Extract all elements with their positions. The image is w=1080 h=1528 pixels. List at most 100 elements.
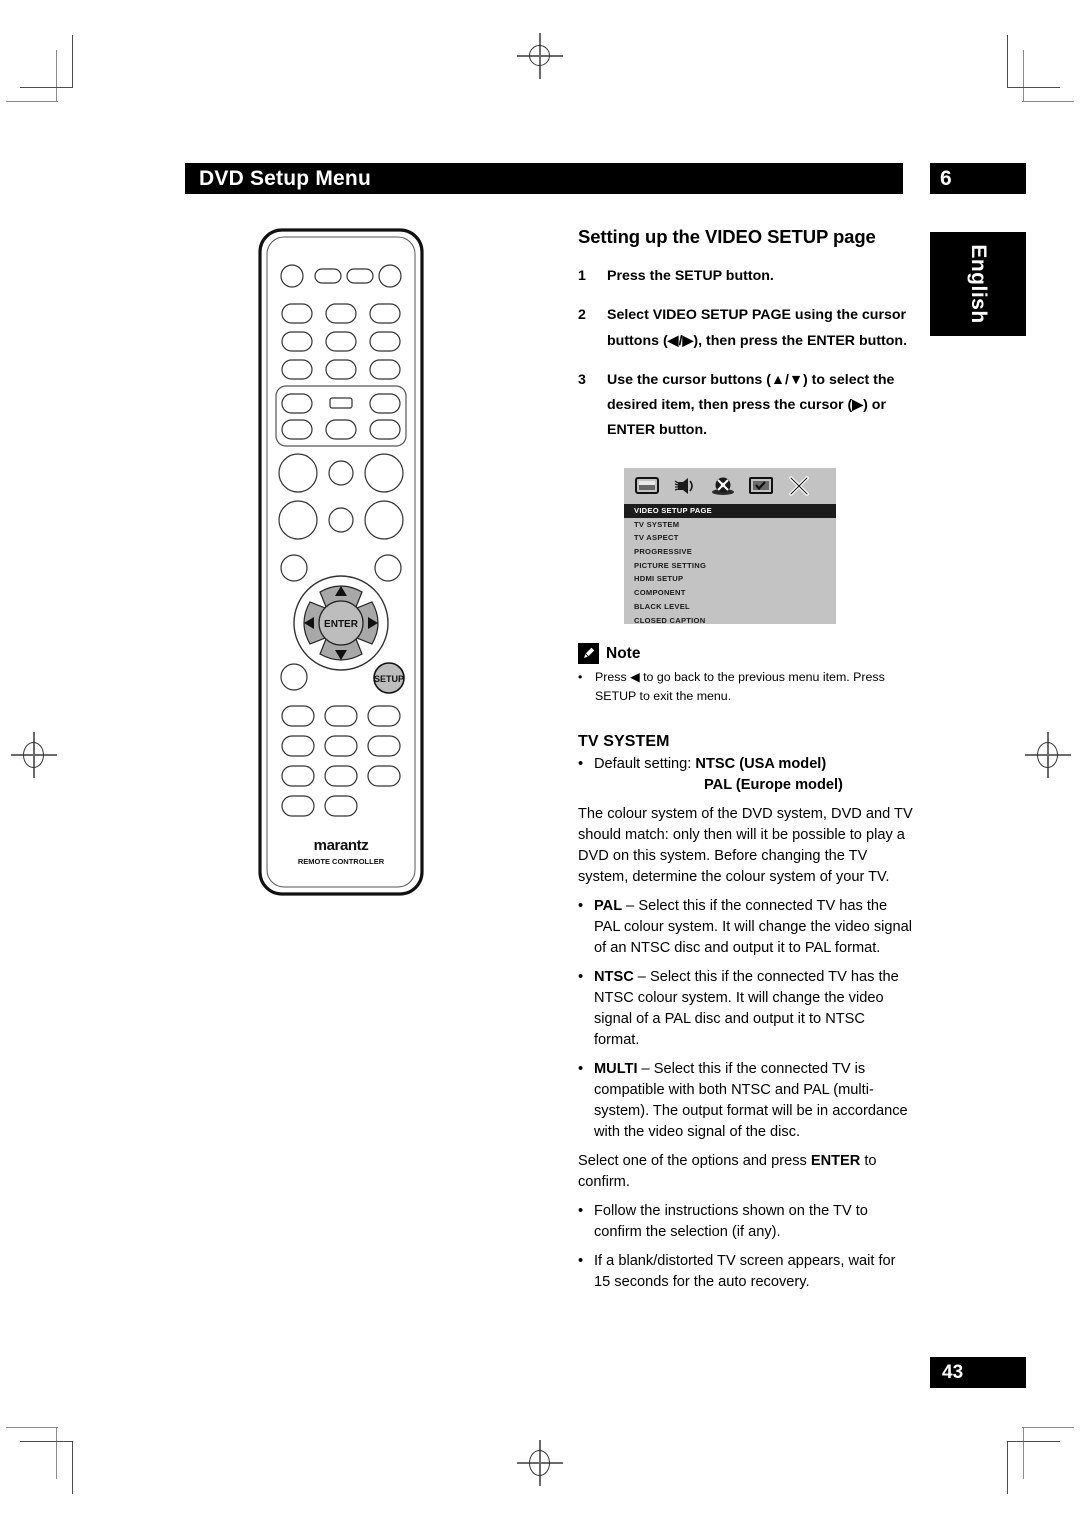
- preference-icon: [748, 475, 774, 497]
- crop-mark-bottom-left-outer-v: [56, 1427, 57, 1479]
- option-text: NTSC – Select this if the connected TV h…: [594, 967, 914, 1051]
- bullet-marker: •: [578, 969, 584, 985]
- language-tab: English: [930, 232, 1026, 336]
- remote-control-illustration: ENTER SETUP marantz REMOTE CONTROLLER: [258, 228, 424, 896]
- closing-note-blank-screen: • If a blank/distorted TV screen appears…: [578, 1251, 914, 1293]
- chapter-number: 6: [940, 166, 952, 190]
- tv-monitor-icon: [634, 475, 660, 497]
- step-number: 1: [578, 268, 586, 284]
- closing-note-text: Follow the instructions shown on the TV …: [594, 1203, 868, 1240]
- note-bullet: •: [578, 670, 583, 684]
- bullet-marker: •: [578, 898, 584, 914]
- osd-menu-list: VIDEO SETUP PAGE TV SYSTEM TV ASPECT PRO…: [624, 504, 836, 627]
- option-description: Select this if the connected TV has the …: [594, 898, 912, 956]
- page-title: DVD Setup Menu: [199, 166, 371, 190]
- osd-icon-bar: [624, 468, 836, 504]
- osd-menu-item[interactable]: HDMI SETUP: [624, 572, 836, 586]
- default-setting-label: Default setting:: [594, 756, 692, 772]
- tv-system-option-ntsc: • NTSC – Select this if the connected TV…: [578, 967, 914, 1051]
- option-text: MULTI – Select this if the connected TV …: [594, 1059, 914, 1143]
- crop-mark-bottom-left-inner-h: [20, 1441, 73, 1442]
- note-label: Note: [606, 644, 641, 662]
- option-keyword: PAL: [594, 898, 623, 914]
- note-block: Note • Press ◀ to go back to the previou…: [578, 643, 918, 706]
- closing-note-follow: • Follow the instructions shown on the T…: [578, 1201, 914, 1243]
- osd-menu-item[interactable]: PROGRESSIVE: [624, 545, 836, 559]
- option-dash: –: [637, 1061, 654, 1077]
- disc-video-icon: [710, 475, 736, 497]
- crop-mark-bottom-right-inner-h: [1007, 1441, 1060, 1442]
- crop-mark-top-left-outer-v: [56, 50, 57, 102]
- default-setting-row: • Default setting: NTSC (USA model) PAL …: [578, 754, 914, 796]
- note-text: Press ◀ to go back to the previous menu …: [595, 670, 885, 704]
- step-number: 2: [578, 307, 586, 324]
- osd-menu-item[interactable]: TV SYSTEM: [624, 518, 836, 532]
- svg-text:marantz: marantz: [314, 837, 369, 854]
- step-text: Select VIDEO SETUP PAGE using the cursor…: [607, 307, 908, 349]
- chapter-badge: 6: [930, 163, 1026, 194]
- crop-mark-bottom-left-outer-h: [6, 1427, 58, 1428]
- exit-close-icon: [786, 475, 812, 497]
- confirm-instruction: Select one of the options and press ENTE…: [578, 1151, 914, 1193]
- option-keyword: MULTI: [594, 1061, 638, 1077]
- note-header: Note: [578, 643, 918, 664]
- registration-mark-left: [11, 732, 57, 778]
- page-number-box: 43: [930, 1357, 1026, 1388]
- instruction-step-3: 3 Use the cursor buttons (▲/▼) to select…: [578, 368, 910, 444]
- content-column: Setting up the VIDEO SETUP page 1 Press …: [578, 226, 910, 458]
- tv-system-intro-paragraph: The colour system of the DVD system, DVD…: [578, 806, 913, 885]
- closing-note-text: If a blank/distorted TV screen appears, …: [594, 1253, 896, 1290]
- instruction-step-1: 1 Press the SETUP button.: [578, 264, 910, 289]
- crop-mark-top-left-outer-h: [6, 101, 58, 102]
- option-keyword: NTSC: [594, 969, 634, 985]
- crop-mark-top-right-outer-v: [1023, 50, 1024, 102]
- default-setting-text: Default setting: NTSC (USA model) PAL (E…: [594, 754, 914, 796]
- page-header-bar: DVD Setup Menu: [185, 163, 903, 194]
- crop-mark-bottom-right-outer-v: [1023, 1427, 1024, 1479]
- option-text: PAL – Select this if the connected TV ha…: [594, 896, 914, 959]
- instruction-step-2: 2 Select VIDEO SETUP PAGE using the curs…: [578, 303, 910, 354]
- registration-mark-bottom: [517, 1440, 563, 1486]
- svg-text:REMOTE CONTROLLER: REMOTE CONTROLLER: [298, 857, 385, 866]
- osd-menu-item[interactable]: PICTURE SETTING: [624, 559, 836, 573]
- section-heading: Setting up the VIDEO SETUP page: [578, 226, 876, 247]
- step-text: Press the SETUP button.: [607, 268, 774, 284]
- tv-system-section: TV SYSTEM • Default setting: NTSC (USA m…: [578, 733, 914, 1301]
- svg-text:ENTER: ENTER: [324, 619, 359, 630]
- bullet-marker: •: [578, 756, 584, 772]
- speaker-audio-icon: [672, 475, 698, 497]
- option-dash: –: [622, 898, 639, 914]
- crop-mark-top-right-inner-h: [1007, 87, 1060, 88]
- bullet-marker: •: [578, 1253, 584, 1269]
- osd-menu-item[interactable]: CLOSED CAPTION: [624, 614, 836, 628]
- osd-menu-screenshot: VIDEO SETUP PAGE TV SYSTEM TV ASPECT PRO…: [624, 468, 836, 627]
- tv-system-option-multi: • MULTI – Select this if the connected T…: [578, 1059, 914, 1143]
- registration-mark-top: [517, 33, 563, 79]
- language-tab-label: English: [967, 244, 990, 324]
- osd-menu-item-selected[interactable]: VIDEO SETUP PAGE: [624, 504, 836, 518]
- osd-menu-item[interactable]: TV ASPECT: [624, 531, 836, 545]
- bullet-marker: •: [578, 1061, 584, 1077]
- crop-mark-bottom-right-outer-h: [1022, 1427, 1074, 1428]
- svg-text:SETUP: SETUP: [374, 674, 404, 684]
- bullet-marker: •: [578, 1203, 584, 1219]
- tv-system-option-pal: • PAL – Select this if the connected TV …: [578, 896, 914, 959]
- default-setting-value-usa: NTSC (USA model): [695, 756, 827, 772]
- crop-mark-bottom-left-inner-v: [72, 1441, 73, 1494]
- step-number: 3: [578, 371, 586, 388]
- note-body: • Press ◀ to go back to the previous men…: [578, 668, 918, 706]
- registration-mark-right: [1025, 732, 1071, 778]
- osd-menu-item[interactable]: COMPONENT: [624, 586, 836, 600]
- crop-mark-top-right-inner-v: [1007, 35, 1008, 88]
- default-setting-value-europe: PAL (Europe model): [704, 777, 843, 793]
- step-text: Use the cursor buttons (▲/▼) to select t…: [607, 371, 895, 439]
- option-dash: –: [633, 969, 650, 985]
- crop-mark-top-left-inner-v: [72, 35, 73, 88]
- osd-menu-item[interactable]: BLACK LEVEL: [624, 600, 836, 614]
- page-number: 43: [942, 1361, 964, 1383]
- confirm-prefix: Select one of the options and press: [578, 1153, 811, 1169]
- pencil-note-icon: [578, 643, 599, 664]
- tv-system-heading: TV SYSTEM: [578, 733, 670, 750]
- crop-mark-top-right-outer-h: [1022, 101, 1074, 102]
- crop-mark-bottom-right-inner-v: [1007, 1441, 1008, 1494]
